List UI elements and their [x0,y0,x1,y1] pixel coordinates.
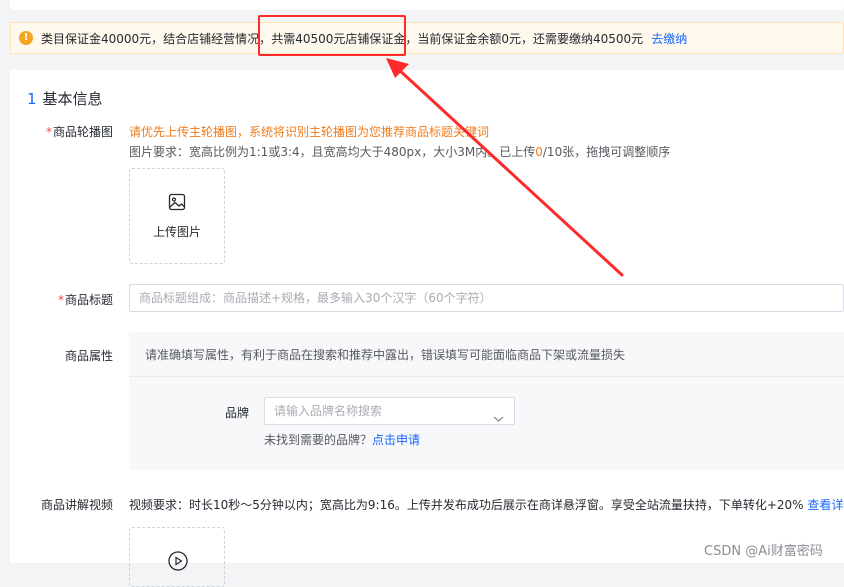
image-requirements-before: 图片要求：宽高比例为1:1或3:4，且宽高均大于480px，大小3M内。已上传 [129,145,536,159]
notice-text-before: 类目保证金40000元，结合店铺经营情况， [41,31,272,46]
deposit-notice-bar: ! 类目保证金40000元，结合店铺经营情况，共需40500元店铺保证金，当前保… [10,22,844,54]
title-label: *商品标题 [27,291,113,308]
brand-select[interactable]: 请输入品牌名称搜索 [264,397,515,425]
required-mark: * [45,125,52,139]
attributes-divider [129,376,844,377]
main-image-hint: 请优先上传主轮播图，系统将识别主轮播图为您推荐商品标题关键词 [129,125,490,139]
main-image-label-text: 商品轮播图 [52,125,113,139]
uploaded-count: 0 [535,145,543,159]
brand-help: 未找到需要的品牌？点击申请 [264,431,420,448]
annotation-highlight-box [258,15,406,56]
attributes-label: 商品属性 [64,349,113,363]
video-requirements: 视频要求：时长10秒～5分钟以内；宽高比为9:16。上传并发布成功后展示在商详悬… [129,496,844,513]
image-requirements: 图片要求：宽高比例为1:1或3:4，且宽高均大于480px，大小3M内。已上传0… [129,143,670,160]
product-title-input[interactable] [129,284,844,312]
title-label-text: 商品标题 [64,293,113,307]
warning-icon: ! [19,31,33,45]
upload-video-button[interactable] [129,527,225,587]
upload-image-label: 上传图片 [152,224,201,239]
view-details-link[interactable]: 查看详情 [807,498,844,512]
play-icon [167,550,189,576]
chevron-down-icon [493,406,504,432]
attributes-hint: 请准确填写属性，有利于商品在搜索和推荐中露出，错误填写可能面临商品下架或流量损失 [145,348,626,362]
video-requirements-text: 视频要求：时长10秒～5分钟以内；宽高比为9:16。上传并发布成功后展示在商详悬… [129,498,804,512]
top-strip [0,0,844,14]
brand-select-placeholder: 请输入品牌名称搜索 [274,404,383,418]
required-mark: * [57,293,64,307]
image-icon [168,193,186,215]
upload-image-button[interactable]: 上传图片 [129,168,225,264]
brand-help-text: 未找到需要的品牌？ [264,433,373,447]
notice-text-after: 当前保证金余额0元，还需要缴纳40500元 [417,31,644,46]
brand-label: 品牌 [224,406,249,420]
section-title: 1 基本信息 [27,88,103,109]
image-requirements-after: /10张，拖拽可调整顺序 [542,145,671,159]
video-label: 商品讲解视频 [40,498,113,512]
pay-deposit-link[interactable]: 去缴纳 [651,30,687,47]
top-card-edge [10,0,844,10]
main-image-label: *商品轮播图 [27,123,113,140]
section-number: 1 [27,90,37,108]
section-title-text: 基本信息 [42,90,103,108]
apply-brand-link[interactable]: 点击申请 [372,433,420,447]
watermark: CSDN @Ai财富密码 [704,544,823,559]
